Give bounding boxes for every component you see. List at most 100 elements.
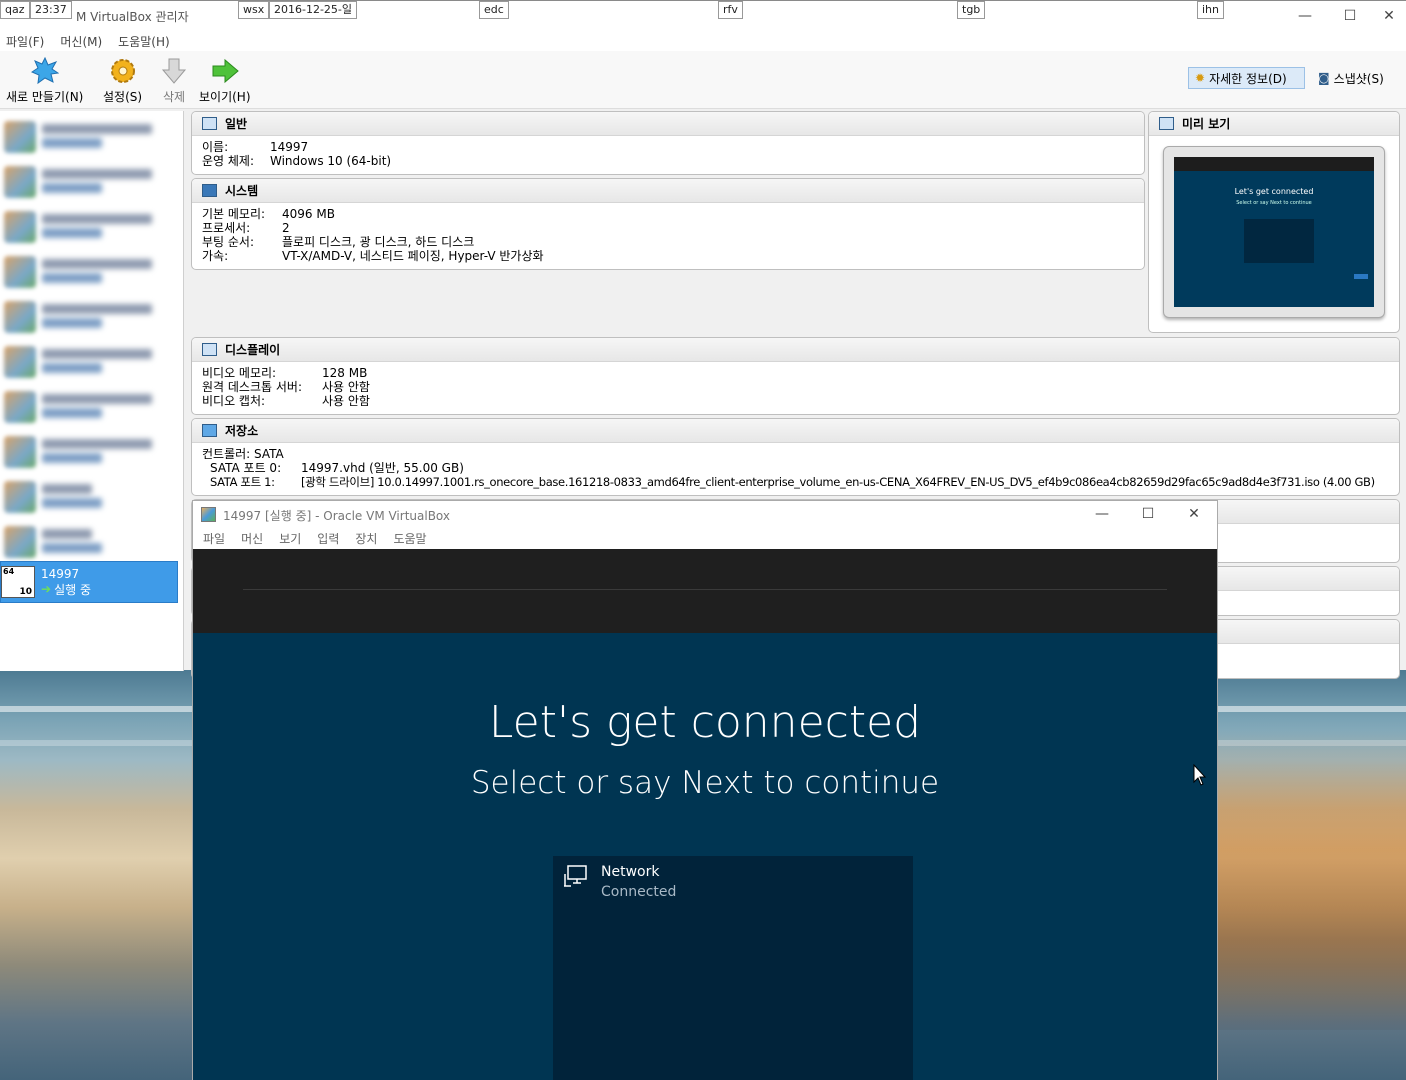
hotkey-label: rfv bbox=[718, 1, 743, 19]
blurred-vm-label bbox=[42, 439, 178, 465]
vm-list-item[interactable] bbox=[4, 206, 178, 248]
clock-label: 23:37 bbox=[30, 1, 72, 19]
vm-list-item[interactable] bbox=[4, 521, 178, 563]
storage-header[interactable]: 저장소 bbox=[192, 419, 1399, 443]
network-item[interactable]: Network Connected bbox=[563, 864, 676, 900]
vm-list-item[interactable] bbox=[4, 161, 178, 203]
details-view-button[interactable]: ✹ 자세한 정보(D) bbox=[1188, 67, 1305, 89]
close-button[interactable]: ✕ bbox=[1372, 1, 1406, 31]
vm-list-item[interactable] bbox=[4, 476, 178, 518]
hotkey-label: tgb bbox=[957, 1, 986, 19]
os-icon bbox=[4, 436, 36, 468]
os-icon bbox=[4, 256, 36, 288]
blurred-vm-label bbox=[42, 124, 178, 150]
running-arrow-icon: ➔ bbox=[41, 582, 52, 596]
general-header[interactable]: 일반 bbox=[192, 112, 1144, 136]
minimize-button[interactable]: — bbox=[1282, 1, 1328, 31]
os-icon bbox=[4, 166, 36, 198]
settings-button[interactable]: 설정(S) bbox=[103, 57, 142, 105]
vm-state: ➔ 실행 중 bbox=[41, 581, 91, 598]
manager-title: M VirtualBox 관리자 bbox=[76, 10, 189, 24]
maximize-button[interactable]: ☐ bbox=[1327, 1, 1373, 31]
new-starburst-icon bbox=[30, 57, 59, 85]
preview-thumbnail: Let's get connected Select or say Next t… bbox=[1163, 146, 1385, 318]
vm-menu-help[interactable]: 도움말 bbox=[393, 530, 426, 547]
os-icon bbox=[4, 346, 36, 378]
windows10-64-icon: 64 10 bbox=[1, 566, 35, 598]
vm-list-item[interactable] bbox=[4, 341, 178, 383]
vm-list-item[interactable] bbox=[4, 431, 178, 473]
vm-window-title: 14997 [실행 중] - Oracle VM VirtualBox bbox=[223, 509, 451, 523]
vm-list-item[interactable] bbox=[4, 116, 178, 158]
system-panel: 시스템 기본 메모리: 4096 MB 프로세서: 2 부팅 순서: 플로피 디스크,… bbox=[191, 178, 1145, 270]
manager-menubar: 파일(F) 머신(M) 도움말(H) bbox=[0, 31, 1406, 51]
menu-help[interactable]: 도움말(H) bbox=[118, 33, 170, 50]
vm-window-titlebar[interactable]: 14997 [실행 중] - Oracle VM VirtualBox — ☐ … bbox=[193, 501, 1217, 527]
delete-button[interactable]: 삭제 bbox=[160, 57, 188, 105]
arrow-down-icon bbox=[161, 58, 187, 84]
menu-file[interactable]: 파일(F) bbox=[6, 33, 44, 50]
manager-toolbar: 새로 만들기(N) 설정(S) 삭제 보이기(H) ✹ 자세한 정보(D) ◙ … bbox=[0, 51, 1406, 109]
chip-icon bbox=[202, 184, 217, 197]
preview-screen: Let's get connected Select or say Next t… bbox=[1174, 157, 1374, 307]
menu-machine[interactable]: 머신(M) bbox=[60, 33, 102, 50]
blurred-vm-label bbox=[42, 169, 178, 195]
blurred-vm-label bbox=[42, 349, 178, 375]
vm-list-item[interactable] bbox=[4, 251, 178, 293]
network-list: Network Connected bbox=[553, 856, 913, 1080]
vm-list: 64 10 14997 ➔ 실행 중 bbox=[0, 111, 184, 671]
mouse-cursor-icon bbox=[1193, 764, 1207, 786]
vm-menu-devices[interactable]: 장치 bbox=[355, 530, 377, 547]
network-name: Network bbox=[601, 864, 660, 880]
vm-menu-input[interactable]: 입력 bbox=[317, 530, 339, 547]
vm-menu-file[interactable]: 파일 bbox=[203, 530, 225, 547]
arrow-right-icon bbox=[212, 58, 239, 84]
hotkey-label: ihn bbox=[1197, 1, 1224, 19]
os-icon bbox=[4, 121, 36, 153]
virtualbox-icon bbox=[201, 507, 216, 522]
vm-menu-view[interactable]: 보기 bbox=[279, 530, 301, 547]
show-button[interactable]: 보이기(H) bbox=[199, 57, 251, 105]
hotkey-label: edc bbox=[479, 1, 509, 19]
blurred-vm-label bbox=[42, 304, 178, 330]
system-header[interactable]: 시스템 bbox=[192, 179, 1144, 203]
preview-header[interactable]: 미리 보기 bbox=[1149, 112, 1399, 136]
os-icon bbox=[4, 526, 36, 558]
vm-minimize-button[interactable]: — bbox=[1079, 501, 1125, 527]
storage-panel: 저장소 컨트롤러: SATA SATA 포트 0: 14997.vhd (일반, … bbox=[191, 418, 1400, 496]
os-badge-version: 10 bbox=[19, 587, 32, 597]
os-icon bbox=[4, 211, 36, 243]
vm-close-button[interactable]: ✕ bbox=[1171, 501, 1217, 527]
vm-maximize-button[interactable]: ☐ bbox=[1125, 501, 1171, 527]
vm-menu-machine[interactable]: 머신 bbox=[241, 530, 263, 547]
network-status: Connected bbox=[601, 884, 677, 900]
hotkey-label: wsx bbox=[238, 1, 270, 19]
blurred-vm-label bbox=[42, 259, 178, 285]
storage-controller: 컨트롤러: SATA bbox=[202, 447, 284, 461]
os-badge-bits: 64 bbox=[3, 567, 15, 576]
vm-state-label: 실행 중 bbox=[54, 582, 91, 597]
preview-subtitle: Select or say Next to continue bbox=[1236, 200, 1312, 206]
blurred-vm-label bbox=[42, 214, 178, 240]
vm-list-item-selected[interactable]: 64 10 14997 ➔ 실행 중 bbox=[0, 561, 178, 603]
display-panel: 디스플레이 비디오 메모리: 128 MB 원격 데스크톱 서버: 사용 안함 비디… bbox=[191, 337, 1400, 415]
camera-icon: ◙ bbox=[1318, 71, 1330, 85]
vm-menubar: 파일 머신 보기 입력 장치 도움말 bbox=[193, 527, 1217, 549]
wallpaper-sunset-reflection bbox=[1216, 730, 1406, 1030]
blurred-vm-label bbox=[42, 394, 178, 420]
vm-list-item[interactable] bbox=[4, 386, 178, 428]
snapshots-view-button[interactable]: ◙ 스냅샷(S) bbox=[1312, 67, 1390, 89]
new-vm-button[interactable]: 새로 만들기(N) bbox=[6, 57, 83, 105]
oobe-subheading: Select or say Next to continue bbox=[470, 765, 940, 801]
guest-display[interactable]: Let's get connected Select or say Next t… bbox=[193, 549, 1217, 1080]
vm-list-item[interactable] bbox=[4, 296, 178, 338]
display-header[interactable]: 디스플레이 bbox=[192, 338, 1399, 362]
guest-top-bar bbox=[193, 549, 1217, 633]
date-label: 2016-12-25-일 bbox=[269, 1, 358, 19]
os-icon bbox=[4, 301, 36, 333]
vm-name: 14997 bbox=[41, 566, 80, 581]
gear-icon bbox=[110, 59, 135, 83]
disk-icon bbox=[202, 424, 217, 437]
manager-titlebar[interactable]: M VirtualBox 관리자 — ☐ ✕ bbox=[0, 1, 1406, 31]
gear-icon: ✹ bbox=[1195, 71, 1206, 85]
